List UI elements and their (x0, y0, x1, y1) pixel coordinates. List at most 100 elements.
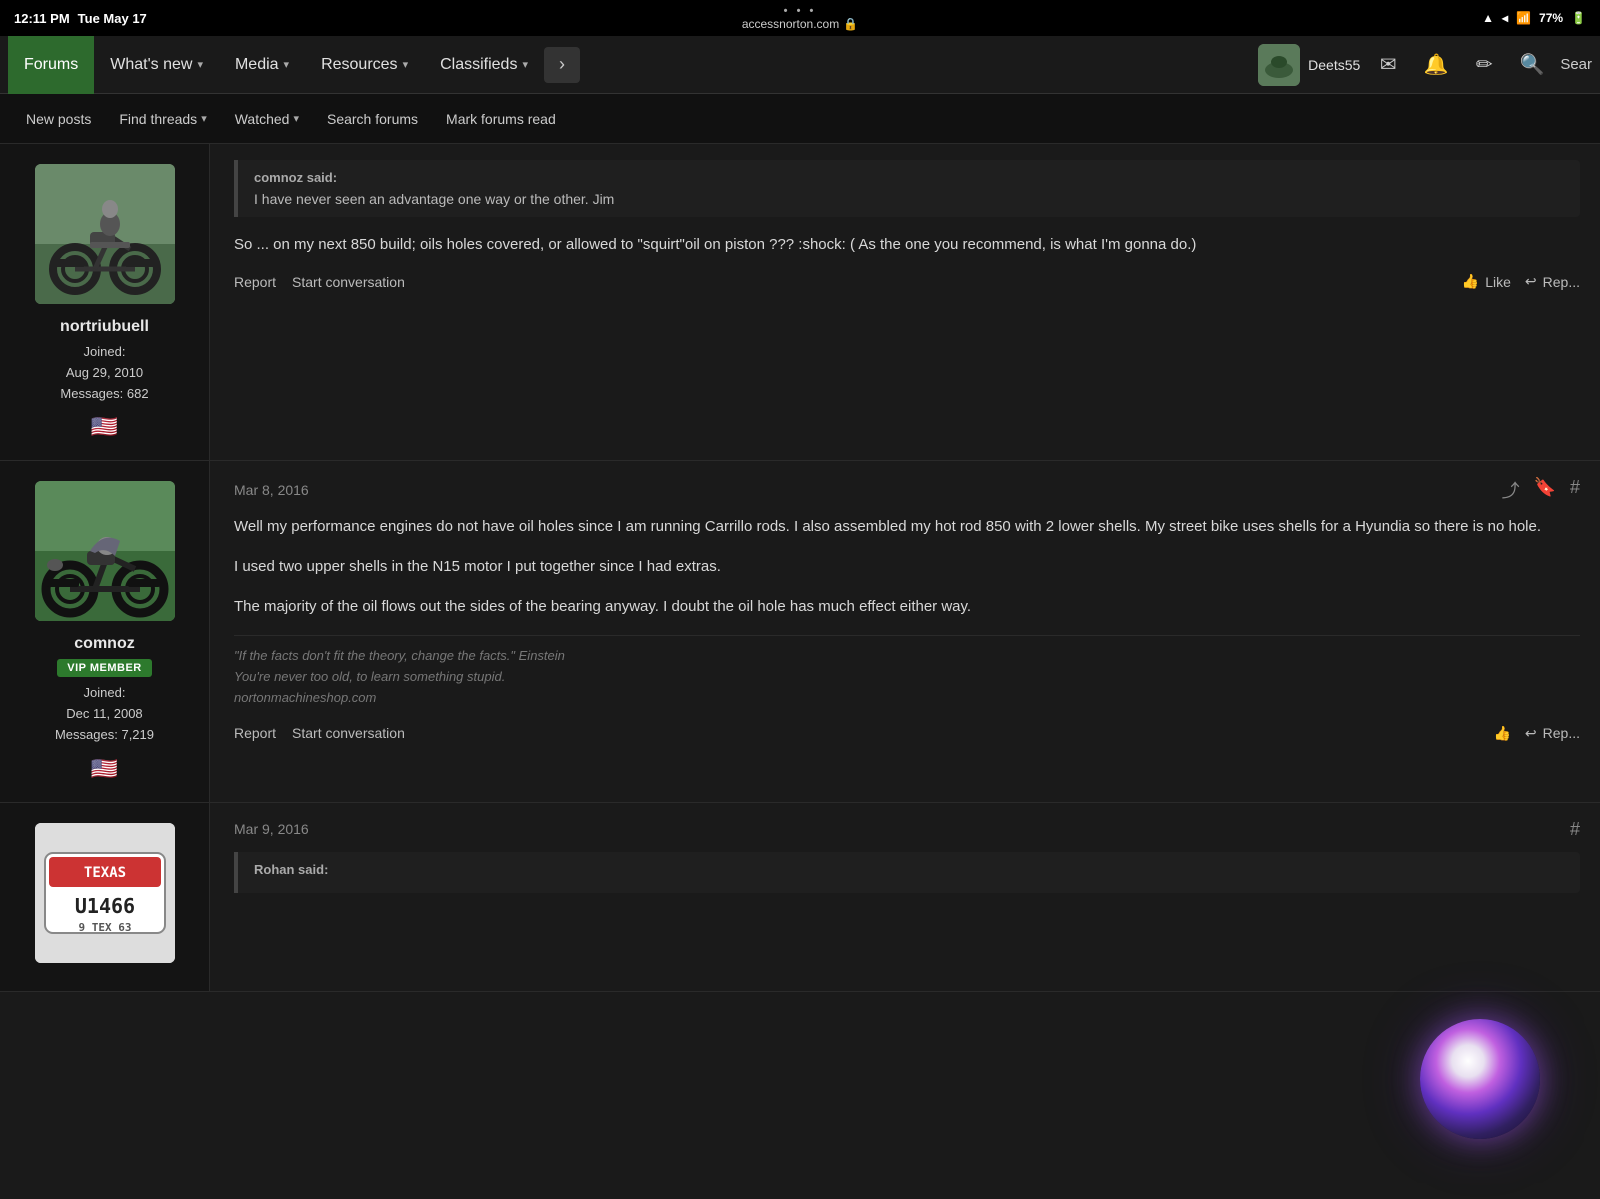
post-footer-left-nortriubuell: Report Start conversation (234, 274, 405, 290)
sub-nav-mark-forums-read[interactable]: Mark forums read (432, 94, 570, 144)
status-bar-right: ▲ ◂ 📶 77% 🔋 (1482, 11, 1586, 25)
flag-comnoz: 🇺🇸 (91, 756, 118, 782)
post-footer-left-comnoz: Report Start conversation (234, 725, 405, 741)
nav-item-classifieds[interactable]: Classifieds ▾ (424, 36, 544, 94)
post-footer-comnoz: Report Start conversation 👍 ↩ Rep... (234, 725, 1580, 742)
time: 12:11 PM (14, 11, 70, 26)
sub-nav-find-threads[interactable]: Find threads ▾ (105, 94, 220, 144)
status-bar-left: 12:11 PM Tue May 17 (14, 11, 147, 26)
wifi-icon: 📶 (1516, 11, 1531, 25)
avatar-comnoz (35, 481, 175, 621)
quote-block-third: Rohan said: (234, 852, 1580, 893)
post-actions-top-third: # (1570, 819, 1580, 840)
status-bar-center: • • • accessnorton.com 🔒 (742, 5, 858, 31)
sub-nav: New posts Find threads ▾ Watched ▾ Searc… (0, 94, 1600, 144)
quote-author-third: Rohan said: (254, 862, 1564, 877)
post-comnoz: comnoz VIP MEMBER Joined: Dec 11, 2008 M… (0, 461, 1600, 802)
quote-author-nortriubuell: comnoz said: (254, 170, 1564, 185)
post-body-third: Mar 9, 2016 # Rohan said: (210, 803, 1600, 991)
siri-orb[interactable] (1420, 1019, 1540, 1139)
location-icon: ◂ (1502, 11, 1508, 25)
search-icon[interactable]: 🔍 (1512, 45, 1552, 85)
user-avatar-nav[interactable] (1258, 44, 1300, 86)
post-date-third: Mar 9, 2016 (234, 821, 309, 837)
svg-text:U1466: U1466 (74, 894, 134, 918)
post-text-comnoz-p3: The majority of the oil flows out the si… (234, 595, 1580, 619)
start-conversation-link-comnoz[interactable]: Start conversation (292, 725, 405, 741)
nav-item-resources[interactable]: Resources ▾ (305, 36, 424, 94)
like-icon-comnoz: 👍 (1493, 725, 1510, 742)
nav-item-media[interactable]: Media ▾ (219, 36, 305, 94)
nav-item-forums[interactable]: Forums (8, 36, 94, 94)
post-body-nortriubuell: comnoz said: I have never seen an advant… (210, 144, 1600, 460)
battery-icon: 🔋 (1571, 11, 1586, 25)
quote-text-nortriubuell: I have never seen an advantage one way o… (254, 191, 1564, 207)
user-meta-nortriubuell: Joined: Aug 29, 2010 Messages: 682 (60, 342, 148, 404)
post-nortriubuell: nortriubuell Joined: Aug 29, 2010 Messag… (0, 144, 1600, 461)
like-button-nortriubuell[interactable]: 👍 Like (1462, 273, 1511, 290)
nav-item-whats-new[interactable]: What's new ▾ (94, 36, 219, 94)
classifieds-chevron: ▾ (522, 58, 528, 71)
nav-right: Deets55 ✉ 🔔 ✏ 🔍 Sear (1258, 44, 1592, 86)
like-icon: 👍 (1462, 273, 1479, 290)
reply-button-nortriubuell[interactable]: ↩ Rep... (1525, 273, 1580, 290)
nav-username[interactable]: Deets55 (1308, 57, 1360, 73)
media-chevron: ▾ (284, 58, 290, 71)
bookmark-icon-comnoz[interactable]: 🔖 (1534, 477, 1556, 503)
quote-block-nortriubuell: comnoz said: I have never seen an advant… (234, 160, 1580, 217)
post-footer-right-nortriubuell: 👍 Like ↩ Rep... (1462, 273, 1580, 290)
find-threads-chevron: ▾ (201, 112, 207, 125)
post-text-comnoz-p2: I used two upper shells in the N15 motor… (234, 555, 1580, 579)
like-button-comnoz[interactable]: 👍 (1493, 725, 1510, 742)
post-actions-top-comnoz: ⤴ 🔖 # (1502, 477, 1580, 503)
status-bar: 12:11 PM Tue May 17 • • • accessnorton.c… (0, 0, 1600, 36)
post-footer-nortriubuell: Report Start conversation 👍 Like ↩ Rep..… (234, 273, 1580, 290)
more-icon-third[interactable]: # (1570, 819, 1580, 840)
username-comnoz: comnoz (74, 635, 134, 653)
more-icon-comnoz[interactable]: # (1570, 477, 1580, 503)
nav-media-label: Media (235, 56, 279, 74)
post-text-nortriubuell: So ... on my next 850 build; oils holes … (234, 233, 1580, 257)
content: nortriubuell Joined: Aug 29, 2010 Messag… (0, 144, 1600, 992)
report-link-nortriubuell[interactable]: Report (234, 274, 276, 290)
watched-label: Watched (235, 111, 290, 127)
edit-icon[interactable]: ✏ (1464, 45, 1504, 85)
browser-dots: • • • (784, 5, 817, 17)
post-footer-right-comnoz: 👍 ↩ Rep... (1493, 725, 1580, 742)
url-bar[interactable]: accessnorton.com 🔒 (742, 17, 858, 31)
reply-icon-comnoz: ↩ (1525, 725, 1537, 742)
alerts-icon[interactable]: 🔔 (1416, 45, 1456, 85)
post-sidebar-third: TEXAS U1466 9 TEX 63 (0, 803, 210, 991)
post-header-third: Mar 9, 2016 # (234, 819, 1580, 840)
start-conversation-link-nortriubuell[interactable]: Start conversation (292, 274, 405, 290)
sig-line-1: "If the facts don't fit the theory, chan… (234, 648, 565, 663)
messages-icon[interactable]: ✉ (1368, 45, 1408, 85)
battery: 77% (1539, 11, 1563, 25)
post-date-comnoz: Mar 8, 2016 (234, 482, 309, 498)
avatar-image (1258, 44, 1300, 86)
resources-chevron: ▾ (403, 58, 409, 71)
sub-nav-new-posts[interactable]: New posts (12, 94, 105, 144)
watched-chevron: ▾ (293, 112, 299, 125)
lock-icon: 🔒 (843, 17, 858, 31)
flag-nortriubuell: 🇺🇸 (91, 414, 118, 440)
post-text-comnoz-p1: Well my performance engines do not have … (234, 515, 1580, 539)
search-label: Sear (1560, 56, 1592, 73)
user-meta-comnoz: Joined: Dec 11, 2008 Messages: 7,219 (55, 683, 154, 745)
share-icon-comnoz[interactable]: ⤴ (1502, 477, 1520, 503)
reply-button-comnoz[interactable]: ↩ Rep... (1525, 725, 1580, 742)
avatar-third: TEXAS U1466 9 TEX 63 (35, 823, 175, 963)
vip-badge-comnoz: VIP MEMBER (57, 659, 151, 677)
sub-nav-watched[interactable]: Watched ▾ (221, 94, 313, 144)
sig-line-2: You're never too old, to learn something… (234, 669, 505, 684)
report-link-comnoz[interactable]: Report (234, 725, 276, 741)
main-nav: Forums What's new ▾ Media ▾ Resources ▾ … (0, 36, 1600, 94)
post-header-comnoz: Mar 8, 2016 ⤴ 🔖 # (234, 477, 1580, 503)
find-threads-label: Find threads (119, 111, 197, 127)
signal-icon: ▲ (1482, 11, 1494, 25)
post-signature-comnoz: "If the facts don't fit the theory, chan… (234, 635, 1580, 708)
nav-whats-new-label: What's new (110, 56, 192, 74)
sub-nav-search-forums[interactable]: Search forums (313, 94, 432, 144)
reply-icon: ↩ (1525, 273, 1537, 290)
nav-more-button[interactable]: › (544, 47, 580, 83)
